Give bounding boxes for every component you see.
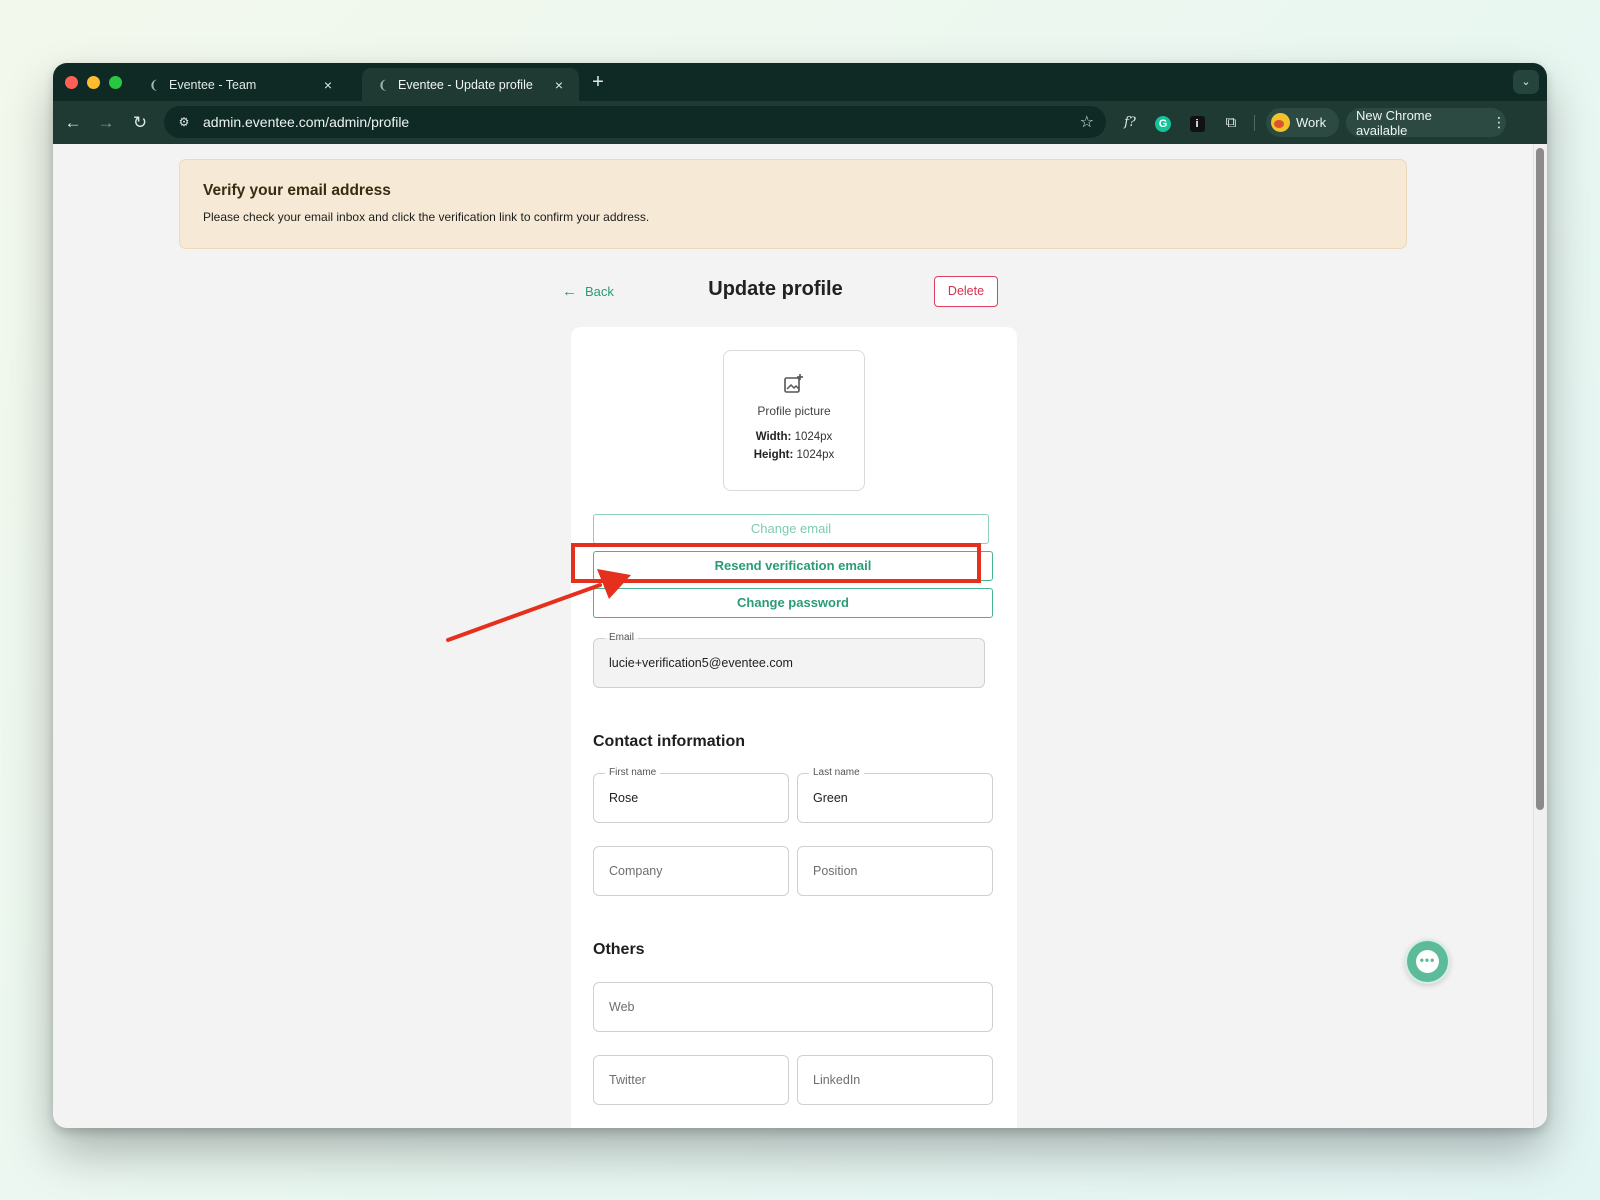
position-field[interactable]: Position xyxy=(797,846,993,896)
change-email-button[interactable]: Change email xyxy=(593,514,989,544)
page-scrollbar[interactable] xyxy=(1533,144,1547,1128)
tab-eventee-team[interactable]: ❨ Eventee - Team × xyxy=(133,68,348,101)
toolbar-divider xyxy=(1254,115,1255,131)
height-value: 1024px xyxy=(796,449,835,461)
close-window-button[interactable] xyxy=(65,76,78,89)
chat-widget-button[interactable]: ••• xyxy=(1405,939,1450,984)
update-label: New Chrome available xyxy=(1356,107,1432,138)
twitter-placeholder: Twitter xyxy=(609,1073,646,1087)
site-settings-icon[interactable]: ⚙ xyxy=(174,112,194,132)
tab-title: Eventee - Update profile xyxy=(398,77,533,92)
address-bar[interactable]: ⚙ admin.eventee.com/admin/profile ☆ xyxy=(164,106,1106,138)
formula-extension-icon[interactable]: f? xyxy=(1119,112,1141,134)
linkedin-field[interactable]: LinkedIn xyxy=(797,1055,993,1105)
chrome-update-button[interactable]: New Chrome available ⋮ xyxy=(1346,107,1506,138)
extensions-puzzle-icon[interactable]: ⧉ xyxy=(1220,112,1242,134)
width-value: 1024px xyxy=(794,431,833,443)
email-value[interactable]: lucie+verification5@eventee.com xyxy=(609,656,793,670)
company-placeholder: Company xyxy=(609,864,663,878)
minimize-window-button[interactable] xyxy=(87,76,100,89)
width-label: Width: xyxy=(755,431,792,443)
tab-update-profile[interactable]: ❨ Eventee - Update profile × xyxy=(362,68,579,101)
page-header: ← Back Update profile Delete xyxy=(553,276,998,316)
banner-text: Please check your email inbox and click … xyxy=(203,210,650,224)
contact-information-title: Contact information xyxy=(593,733,745,750)
first-name-value[interactable]: Rose xyxy=(609,791,638,805)
add-image-icon xyxy=(724,373,864,397)
delete-button[interactable]: Delete xyxy=(934,276,998,307)
close-tab-icon[interactable]: × xyxy=(320,77,336,93)
web-placeholder: Web xyxy=(609,1000,635,1014)
profile-card: Profile picture Width: 1024px Height: 10… xyxy=(571,327,1017,1128)
close-tab-icon[interactable]: × xyxy=(551,77,567,93)
email-field[interactable]: Email lucie+verification5@eventee.com xyxy=(593,631,985,688)
page-title: Update profile xyxy=(708,278,843,300)
maximize-window-button[interactable] xyxy=(109,76,122,89)
scrollbar-thumb[interactable] xyxy=(1536,148,1544,810)
grammarly-extension-icon[interactable]: G xyxy=(1152,112,1174,134)
bookmark-star-icon[interactable]: ☆ xyxy=(1080,112,1094,132)
linkedin-placeholder: LinkedIn xyxy=(813,1073,861,1087)
web-field[interactable]: Web xyxy=(593,982,993,1032)
email-label: Email xyxy=(605,631,639,645)
picture-dimensions: Width: 1024px Height: 1024px xyxy=(724,428,864,464)
profile-button[interactable]: Work xyxy=(1266,108,1339,137)
browser-toolbar: ← → ↻ ⚙ admin.eventee.com/admin/profile … xyxy=(53,101,1547,144)
change-password-button[interactable]: Change password xyxy=(593,588,993,618)
first-name-label: First name xyxy=(605,766,661,780)
last-name-value[interactable]: Green xyxy=(813,791,848,805)
height-label: Height: xyxy=(753,449,794,461)
tab-title: Eventee - Team xyxy=(169,77,257,92)
others-title: Others xyxy=(593,941,645,958)
url-text[interactable]: admin.eventee.com/admin/profile xyxy=(203,114,409,130)
chat-dots-icon: ••• xyxy=(1416,950,1439,973)
first-name-field[interactable]: First name Rose xyxy=(593,766,789,823)
profile-picture-label: Profile picture xyxy=(757,404,831,418)
last-name-field[interactable]: Last name Green xyxy=(797,766,993,823)
position-placeholder: Position xyxy=(813,864,858,878)
tab-strip: ❨ Eventee - Team × ❨ Eventee - Update pr… xyxy=(53,63,1547,101)
page-viewport: Verify your email address Please check y… xyxy=(53,144,1547,1128)
profile-avatar-icon xyxy=(1271,113,1290,132)
back-arrow-icon[interactable]: ← xyxy=(61,111,85,135)
kebab-menu-icon[interactable]: ⋮ xyxy=(1492,114,1506,131)
profile-label: Work xyxy=(1296,115,1327,130)
verify-email-banner: Verify your email address Please check y… xyxy=(179,159,1407,249)
browser-window: ❨ Eventee - Team × ❨ Eventee - Update pr… xyxy=(53,63,1547,1128)
info-extension-icon[interactable]: i xyxy=(1186,112,1208,134)
eventee-favicon-icon: ❨ xyxy=(148,77,160,92)
company-field[interactable]: Company xyxy=(593,846,789,896)
reload-icon[interactable]: ↻ xyxy=(128,111,152,135)
eventee-favicon-icon: ❨ xyxy=(377,77,389,92)
twitter-field[interactable]: Twitter xyxy=(593,1055,789,1105)
tab-search-chevron-icon[interactable]: ⌄ xyxy=(1513,70,1539,94)
new-tab-button[interactable]: + xyxy=(587,71,609,93)
last-name-label: Last name xyxy=(809,766,864,780)
forward-arrow-icon[interactable]: → xyxy=(94,111,118,135)
profile-picture-upload[interactable]: Profile picture Width: 1024px Height: 10… xyxy=(723,350,865,491)
resend-verification-email-button[interactable]: Resend verification email xyxy=(593,551,993,581)
banner-title: Verify your email address xyxy=(203,182,391,199)
